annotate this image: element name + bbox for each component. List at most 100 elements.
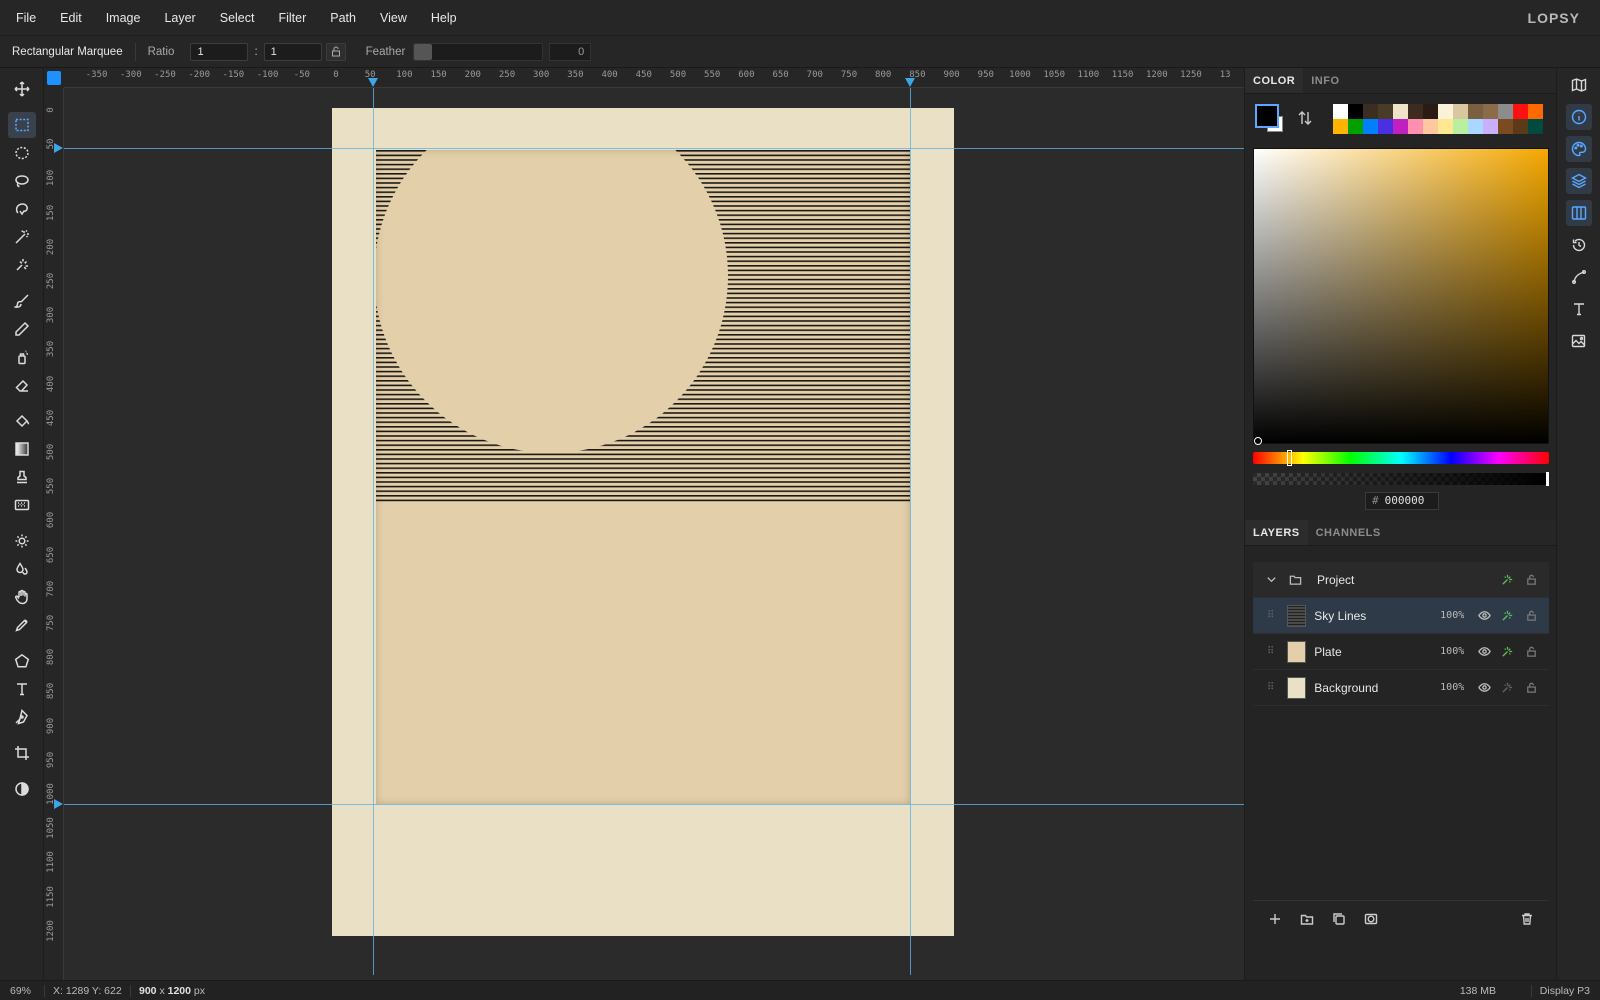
color-swatch[interactable] [1438,104,1453,119]
layer-row[interactable]: ⠿ Background 100% [1253,670,1549,706]
color-swatch[interactable] [1423,119,1438,134]
hex-input[interactable]: #000000 [1365,492,1439,510]
alpha-slider-thumb[interactable] [1546,472,1549,486]
magnetic-lasso-tool[interactable] [8,196,36,222]
color-picker-cursor[interactable] [1254,437,1262,445]
feather-value[interactable]: 0 [549,42,592,61]
menu-layer[interactable]: Layer [152,0,207,36]
text-tool[interactable] [8,676,36,702]
color-swatch[interactable] [1483,119,1498,134]
new-layer-button[interactable] [1265,909,1285,929]
channels-panel-button[interactable] [1566,200,1592,226]
link-fx-icon[interactable] [1499,572,1515,588]
color-swatch[interactable] [1408,104,1423,119]
guide-marker-left[interactable] [368,78,378,87]
link-fx-icon[interactable] [1500,608,1516,624]
hue-slider[interactable] [1253,450,1549,466]
menu-filter[interactable]: Filter [266,0,318,36]
link-fx-icon[interactable] [1500,680,1516,696]
layer-opacity[interactable]: 100% [1431,610,1464,621]
color-swatch[interactable] [1333,119,1348,134]
color-swatch[interactable] [1438,119,1453,134]
burn-tool[interactable] [8,556,36,582]
guide-vertical-left[interactable] [373,88,374,975]
drag-handle-icon[interactable]: ⠿ [1267,646,1277,657]
color-swatch[interactable] [1348,119,1363,134]
ruler-vertical[interactable]: 0 50 100 150 200 250 300 350 400 450 500 550 600 650 7… [44,88,64,980]
color-swatch[interactable] [1513,104,1528,119]
eyedropper-tool[interactable] [8,612,36,638]
quick-mask-tool[interactable] [8,776,36,802]
zoom-level[interactable]: 69% [0,985,44,997]
menu-path[interactable]: Path [318,0,368,36]
layer-name[interactable]: Sky Lines [1314,609,1431,623]
dodge-tool[interactable] [8,528,36,554]
color-swatch[interactable] [1468,119,1483,134]
alpha-slider[interactable] [1253,472,1549,486]
eye-icon[interactable] [1476,680,1492,696]
document-canvas[interactable] [332,108,954,936]
chevron-down-icon[interactable] [1263,572,1279,588]
info-panel-button[interactable] [1566,104,1592,130]
character-panel-button[interactable] [1566,296,1592,322]
guide-horizontal-bottom[interactable] [64,804,1244,805]
duplicate-layer-button[interactable] [1329,909,1349,929]
menu-file[interactable]: File [0,0,48,36]
layer-name[interactable]: Background [1314,681,1431,695]
hand-tool[interactable] [8,584,36,610]
swap-colors-icon[interactable] [1297,110,1313,126]
drag-handle-icon[interactable]: ⠿ [1267,682,1277,693]
gradient-tool[interactable] [8,436,36,462]
color-swatch[interactable] [1363,119,1378,134]
layer-group-row[interactable]: Project [1253,562,1549,598]
menu-edit[interactable]: Edit [48,0,94,36]
guide-marker-right[interactable] [905,78,915,87]
ratio-height-input[interactable] [263,42,322,61]
tab-layers[interactable]: LAYERS [1245,520,1308,545]
layer-row[interactable]: ⠿ Sky Lines 100% [1253,598,1549,634]
color-swatch[interactable] [1378,104,1393,119]
color-swatch[interactable] [1408,119,1423,134]
lasso-tool[interactable] [8,168,36,194]
elliptical-marquee-tool[interactable] [8,140,36,166]
color-swatch[interactable] [1453,104,1468,119]
color-swatch[interactable] [1363,104,1378,119]
hex-value[interactable]: 000000 [1385,494,1425,507]
color-swatch[interactable] [1333,104,1348,119]
ratio-lock-button[interactable] [325,42,346,61]
color-swatch[interactable] [1348,104,1363,119]
guide-marker-top[interactable] [54,143,63,153]
lock-icon[interactable] [1523,680,1539,696]
ratio-width-input[interactable] [190,42,249,61]
guide-horizontal-top[interactable] [64,148,1244,149]
tab-info[interactable]: INFO [1303,68,1347,93]
magic-wand-tool[interactable] [8,224,36,250]
layer-mask-button[interactable] [1361,909,1381,929]
ruler-corner[interactable] [44,68,64,88]
color-profile[interactable]: Display P3 [1530,984,1590,997]
guide-vertical-right[interactable] [910,88,911,975]
eye-icon[interactable] [1476,644,1492,660]
color-swatch[interactable] [1483,104,1498,119]
color-swatch[interactable] [1468,104,1483,119]
navigator-button[interactable] [1566,72,1592,98]
color-swatch[interactable] [1423,104,1438,119]
spray-tool[interactable] [8,344,36,370]
layer-row[interactable]: ⠿ Plate 100% [1253,634,1549,670]
color-swatch[interactable] [1513,119,1528,134]
pattern-tool[interactable] [8,492,36,518]
color-swatch[interactable] [1393,104,1408,119]
color-swatch[interactable] [1528,104,1543,119]
color-swatch[interactable] [1393,119,1408,134]
lock-icon[interactable] [1523,608,1539,624]
color-swatch[interactable] [1378,119,1393,134]
delete-layer-button[interactable] [1517,909,1537,929]
image-panel-button[interactable] [1566,328,1592,354]
menu-image[interactable]: Image [94,0,153,36]
color-swatch[interactable] [1453,119,1468,134]
new-group-button[interactable] [1297,909,1317,929]
history-panel-button[interactable] [1566,232,1592,258]
lock-icon[interactable] [1523,644,1539,660]
canvas-workspace[interactable] [64,88,1244,975]
saturation-value-picker[interactable] [1253,148,1549,445]
